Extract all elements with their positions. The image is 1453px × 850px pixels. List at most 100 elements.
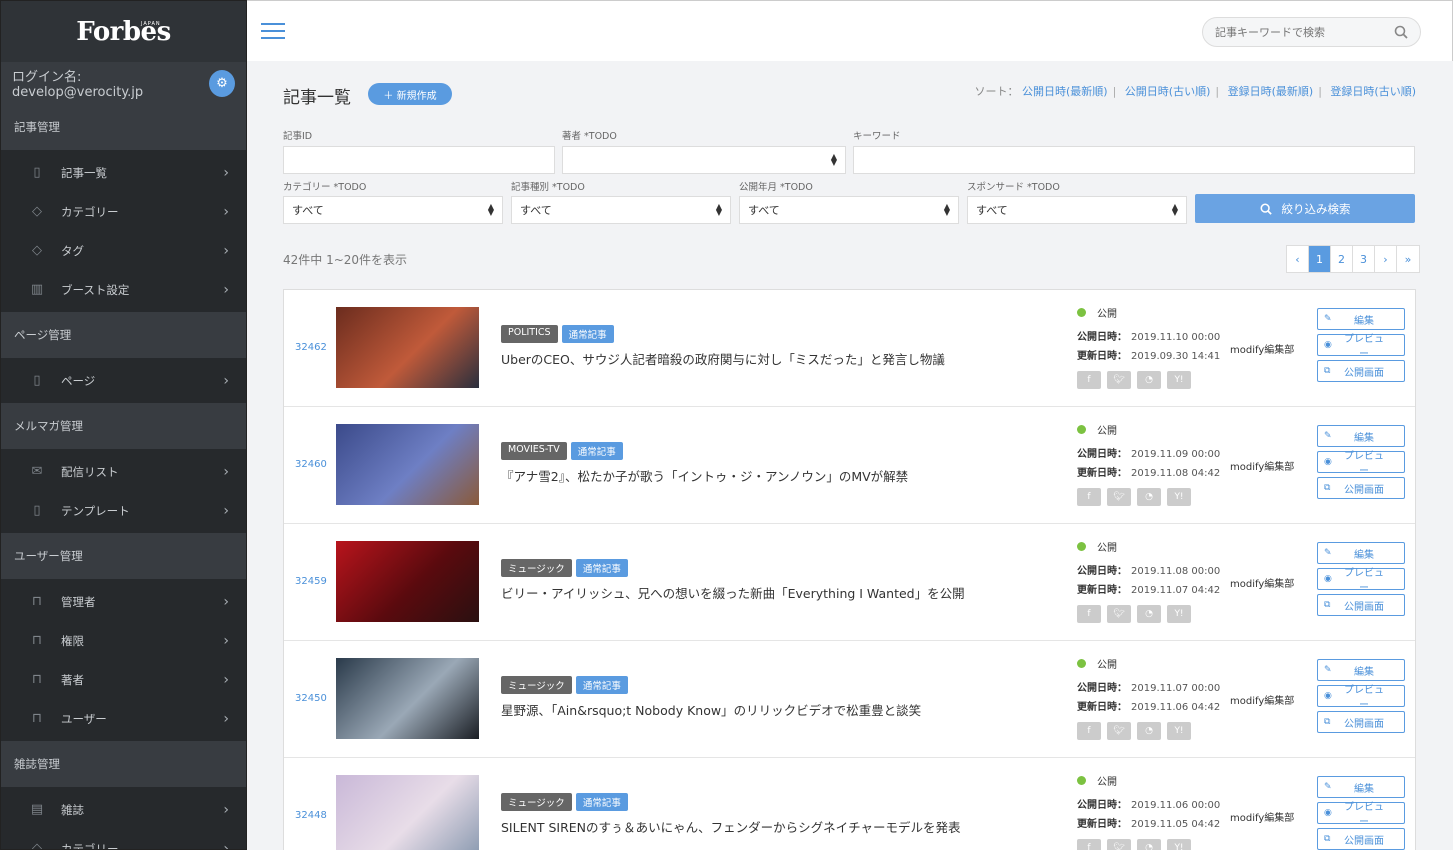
public-page-button[interactable]: ⧉ 公開画面 [1317,477,1405,499]
public-page-button[interactable]: ⧉ 公開画面 [1317,360,1405,382]
page-link[interactable]: › [1375,246,1397,272]
article-thumbnail[interactable] [336,541,479,622]
category-select[interactable]: すべて ▲ ▼ [283,196,503,224]
facebook-icon[interactable]: f [1077,605,1101,623]
rss-icon[interactable]: ◔ [1137,605,1161,623]
sidebar-item[interactable]: ▤ 雑誌 › [1,790,246,829]
twitter-icon[interactable]: 🐦︎ [1107,839,1131,850]
article-title[interactable]: 『アナ雪2』、松たか子が歌う「イントゥ・ジ・アンノウン」のMVが解禁 [501,466,908,485]
yahoo-icon[interactable]: Y! [1167,371,1191,389]
twitter-icon[interactable]: 🐦︎ [1107,371,1131,389]
facebook-icon[interactable]: f [1077,488,1101,506]
category-label: カテゴリー *TODO [283,182,367,193]
preview-button[interactable]: ◉ プレビュー [1317,334,1405,360]
article-title[interactable]: SILENT SIRENのすぅ＆あいにゃん、フェンダーからシグネイチャーモデルを… [501,817,961,836]
twitter-icon[interactable]: 🐦︎ [1107,488,1131,506]
filter-search-button[interactable]: 絞り込み検索 [1195,194,1415,223]
preview-button[interactable]: ◉ プレビュー [1317,685,1405,711]
sort-reg-newest[interactable]: 登録日時(最新順) [1228,85,1314,98]
rss-icon[interactable]: ◔ [1137,722,1161,740]
article-id-link[interactable]: 32462 [295,342,327,353]
article-title[interactable]: ビリー・アイリッシュ、兄への想いを綴った新曲「Everything I Want… [501,583,965,602]
article-thumbnail[interactable] [336,658,479,739]
external-link-icon: ⧉ [1324,834,1331,844]
edit-label: 編集 [1354,666,1374,678]
article-thumbnail[interactable] [336,307,479,388]
page-link[interactable]: 1 [1309,246,1331,272]
chevron-right-icon: › [223,840,229,850]
edit-button[interactable]: ✎ 編集 [1317,776,1405,798]
sidebar-item[interactable]: ⊓ ユーザー › [1,699,246,738]
sidebar-item[interactable]: ▯ 記事一覧 › [1,153,246,192]
preview-button[interactable]: ◉ プレビュー [1317,451,1405,477]
keyword-input[interactable] [853,146,1415,174]
edit-button[interactable]: ✎ 編集 [1317,542,1405,564]
sidebar-item[interactable]: ⊓ 管理者 › [1,582,246,621]
facebook-icon[interactable]: f [1077,722,1101,740]
updated-label: 更新日時： [1077,819,1127,830]
page-link[interactable]: » [1397,246,1419,272]
hamburger-menu-icon[interactable] [261,23,285,40]
facebook-icon[interactable]: f [1077,371,1101,389]
sidebar-item[interactable]: ⊓ 権限 › [1,621,246,660]
nav-section-title: ページ管理 [1,312,246,358]
sidebar-item[interactable]: ◇ カテゴリー › [1,192,246,231]
user-settings-icon[interactable]: ⚙ [209,69,235,97]
search-input[interactable] [1215,25,1385,39]
article-title[interactable]: UberのCEO、サウジ人記者暗殺の政府関与に対し「ミスだった」と発言し物議 [501,349,945,368]
kind-select[interactable]: すべて ▲ ▼ [511,196,731,224]
sidebar-item[interactable]: ▯ ページ › [1,361,246,400]
status-badge: 公開 [1077,422,1117,437]
category-tag: POLITICS [501,325,558,343]
article-thumbnail[interactable] [336,775,479,850]
twitter-icon[interactable]: 🐦︎ [1107,605,1131,623]
rss-icon[interactable]: ◔ [1137,488,1161,506]
page-link[interactable]: 3 [1353,246,1375,272]
article-id-link[interactable]: 32448 [295,810,327,821]
preview-button[interactable]: ◉ プレビュー [1317,568,1405,594]
nav-group: ▯ ページ › [1,358,246,403]
author-select[interactable]: ▲ ▼ [562,146,846,174]
edit-button[interactable]: ✎ 編集 [1317,308,1405,330]
facebook-icon[interactable]: f [1077,839,1101,850]
preview-button[interactable]: ◉ プレビュー [1317,802,1405,828]
twitter-icon[interactable]: 🐦︎ [1107,722,1131,740]
sidebar-item[interactable]: ✉ 配信リスト › [1,452,246,491]
eye-icon: ◉ [1324,340,1332,350]
page-link[interactable]: ‹ [1287,246,1309,272]
public-page-button[interactable]: ⧉ 公開画面 [1317,711,1405,733]
sidebar-item[interactable]: ▯ テンプレート › [1,491,246,530]
sidebar-item[interactable]: ⊓ 著者 › [1,660,246,699]
sort-pub-newest[interactable]: 公開日時(最新順) [1022,85,1108,98]
pub-month-select[interactable]: すべて ▲ ▼ [739,196,959,224]
new-article-button[interactable]: ＋ 新規作成 [368,83,452,105]
article-title[interactable]: 星野源、「Ain&rsquo;t Nobody Know」のリリックビデオで松重… [501,700,921,719]
sort-pub-oldest[interactable]: 公開日時(古い順) [1125,85,1211,98]
rss-icon[interactable]: ◔ [1137,839,1161,850]
public-page-button[interactable]: ⧉ 公開画面 [1317,594,1405,616]
public-page-button[interactable]: ⧉ 公開画面 [1317,828,1405,850]
edit-button[interactable]: ✎ 編集 [1317,425,1405,447]
edit-button[interactable]: ✎ 編集 [1317,659,1405,681]
article-thumbnail[interactable] [336,424,479,505]
yahoo-icon[interactable]: Y! [1167,839,1191,850]
sidebar-item-label: ページ [61,373,96,388]
article-id-input[interactable] [283,146,555,174]
article-id-link[interactable]: 32459 [295,576,327,587]
yahoo-icon[interactable]: Y! [1167,488,1191,506]
rss-icon[interactable]: ◔ [1137,371,1161,389]
yahoo-icon[interactable]: Y! [1167,722,1191,740]
article-id-link[interactable]: 32460 [295,459,327,470]
sidebar-item[interactable]: ◇ タグ › [1,231,246,270]
yahoo-icon[interactable]: Y! [1167,605,1191,623]
sponsor-select[interactable]: すべて ▲ ▼ [967,196,1187,224]
tag-icon: ◇ [32,204,42,219]
sidebar-item[interactable]: ◇ カテゴリー › [1,829,246,850]
logo[interactable]: Forbes JAPAN [1,1,246,62]
published-label: 公開日時： [1077,566,1127,577]
page-link[interactable]: 2 [1331,246,1353,272]
sort-reg-oldest[interactable]: 登録日時(古い順) [1330,85,1416,98]
article-id-link[interactable]: 32450 [295,693,327,704]
search-icon[interactable] [1394,25,1408,39]
sidebar-item[interactable]: ▥ ブースト設定 › [1,270,246,309]
